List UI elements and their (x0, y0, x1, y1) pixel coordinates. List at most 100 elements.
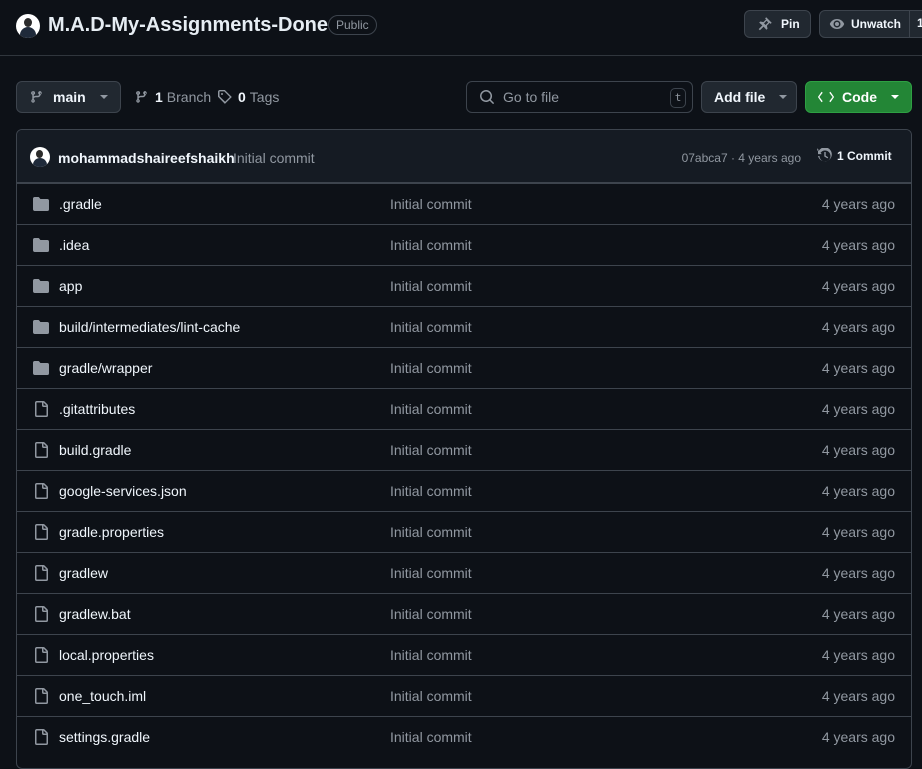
file-name-link[interactable]: gradle/wrapper (59, 360, 152, 376)
file-commit-age: 4 years ago (821, 237, 895, 253)
file-row[interactable]: gradlew Initial commit 4 years ago (17, 552, 911, 593)
pin-label: Pin (781, 17, 800, 31)
file-row[interactable]: .gitattributes Initial commit 4 years ago (17, 388, 911, 429)
file-name-link[interactable]: settings.gradle (59, 729, 150, 745)
file-commit-message[interactable]: Initial commit (390, 565, 472, 581)
file-commit-message[interactable]: Initial commit (390, 729, 472, 745)
folder-icon (33, 196, 49, 217)
eye-icon (829, 19, 845, 29)
file-commit-age: 4 years ago (821, 565, 895, 581)
commit-author[interactable]: mohammadshaireefshaikh (58, 150, 235, 166)
branch-selector-button[interactable]: main (16, 81, 121, 113)
commit-hash-and-time[interactable]: 07abca7 · 4 years ago (682, 151, 801, 165)
repo-title[interactable]: M.A.D-My-Assignments-Done (48, 14, 328, 37)
tag-count: 0 (238, 89, 246, 105)
file-name-link[interactable]: app (59, 278, 82, 294)
file-row[interactable]: build.gradle Initial commit 4 years ago (17, 429, 911, 470)
file-row[interactable]: local.properties Initial commit 4 years ag… (17, 634, 911, 675)
file-row[interactable]: gradle.properties Initial commit 4 years a… (17, 511, 911, 552)
branch-count: 1 (155, 89, 163, 105)
file-row[interactable]: google-services.json Initial commit 4 year… (17, 470, 911, 511)
file-commit-message[interactable]: Initial commit (390, 647, 472, 663)
file-row[interactable]: gradlew.bat Initial commit 4 years ago (17, 593, 911, 634)
code-icon (818, 91, 834, 103)
go-to-file-input[interactable] (503, 89, 653, 105)
add-file-button[interactable]: Add file (701, 81, 797, 113)
file-row[interactable]: settings.gradle Initial commit 4 years ago (17, 716, 911, 757)
file-icon (33, 524, 49, 545)
file-commit-message[interactable]: Initial commit (390, 278, 472, 294)
file-commit-age: 4 years ago (821, 278, 895, 294)
file-commit-age: 4 years ago (821, 647, 895, 663)
file-commit-age: 4 years ago (821, 688, 895, 704)
file-commit-age: 4 years ago (821, 401, 895, 417)
commit-message[interactable]: Initial commit (233, 150, 315, 166)
repo-header: M.A.D-My-Assignments-Done Public Pin Unw… (0, 0, 922, 56)
git-branch-icon (136, 91, 147, 103)
file-name-link[interactable]: build/intermediates/lint-cache (59, 319, 240, 335)
file-commit-age: 4 years ago (821, 319, 895, 335)
file-name-link[interactable]: gradlew.bat (59, 606, 131, 622)
file-icon (33, 729, 49, 750)
file-name-link[interactable]: .gradle (59, 196, 102, 212)
tags-link[interactable]: 0 Tags (217, 89, 279, 105)
file-commit-message[interactable]: Initial commit (390, 401, 472, 417)
tag-icon (218, 90, 232, 104)
pin-button[interactable]: Pin (744, 10, 811, 38)
file-row[interactable]: .gradle Initial commit 4 years ago (17, 183, 911, 224)
file-commit-message[interactable]: Initial commit (390, 442, 472, 458)
go-to-file-search[interactable]: t (466, 81, 693, 113)
folder-icon (33, 360, 49, 381)
file-commit-message[interactable]: Initial commit (390, 319, 472, 335)
file-row[interactable]: gradle/wrapper Initial commit 4 years ago (17, 347, 911, 388)
file-name-link[interactable]: google-services.json (59, 483, 187, 499)
file-icon (33, 606, 49, 627)
chevron-down-icon (891, 95, 899, 99)
folder-icon (33, 278, 49, 299)
latest-commit-bar: mohammadshaireefshaikh Initial commit 07… (17, 130, 911, 183)
keyboard-shortcut-hint: t (670, 88, 686, 108)
commit-author-avatar[interactable] (30, 147, 50, 167)
file-commit-message[interactable]: Initial commit (390, 606, 472, 622)
file-name-link[interactable]: local.properties (59, 647, 154, 663)
file-row[interactable]: app Initial commit 4 years ago (17, 265, 911, 306)
watch-count: 1 (909, 10, 922, 38)
file-commit-message[interactable]: Initial commit (390, 688, 472, 704)
file-name-link[interactable]: gradle.properties (59, 524, 164, 540)
tag-count-label: Tags (249, 89, 280, 105)
file-name-link[interactable]: one_touch.iml (59, 688, 146, 704)
file-commit-age: 4 years ago (821, 729, 895, 745)
file-row[interactable]: one_touch.iml Initial commit 4 years ago (17, 675, 911, 716)
file-commit-message[interactable]: Initial commit (390, 483, 472, 499)
unwatch-button[interactable]: Unwatch 1 (819, 10, 922, 38)
owner-avatar[interactable] (16, 14, 40, 38)
file-name-link[interactable]: .gitattributes (59, 401, 135, 417)
chevron-down-icon (99, 95, 108, 99)
file-browser: mohammadshaireefshaikh Initial commit 07… (16, 129, 912, 769)
file-commit-message[interactable]: Initial commit (390, 196, 472, 212)
branches-link[interactable]: 1 Branch (134, 89, 211, 105)
file-commit-age: 4 years ago (821, 524, 895, 540)
file-icon (33, 483, 49, 504)
file-name-link[interactable]: gradlew (59, 565, 108, 581)
file-icon (33, 565, 49, 586)
file-icon (33, 401, 49, 422)
file-commit-message[interactable]: Initial commit (390, 237, 472, 253)
file-commit-message[interactable]: Initial commit (390, 524, 472, 540)
file-commit-message[interactable]: Initial commit (390, 360, 472, 376)
file-icon (33, 688, 49, 709)
code-button[interactable]: Code (805, 81, 912, 113)
unwatch-label: Unwatch (851, 17, 902, 31)
commit-count-label: 1 Commit (837, 149, 892, 163)
file-name-link[interactable]: .idea (59, 237, 89, 253)
git-branch-icon (31, 91, 42, 103)
file-row[interactable]: build/intermediates/lint-cache Initial co… (17, 306, 911, 347)
search-icon (480, 90, 494, 104)
history-icon (817, 148, 832, 162)
code-label: Code (842, 89, 877, 105)
file-commit-age: 4 years ago (821, 442, 895, 458)
file-row[interactable]: .idea Initial commit 4 years ago (17, 224, 911, 265)
file-commit-age: 4 years ago (821, 606, 895, 622)
commit-history-link[interactable]: 1 Commit (817, 148, 892, 164)
file-name-link[interactable]: build.gradle (59, 442, 131, 458)
